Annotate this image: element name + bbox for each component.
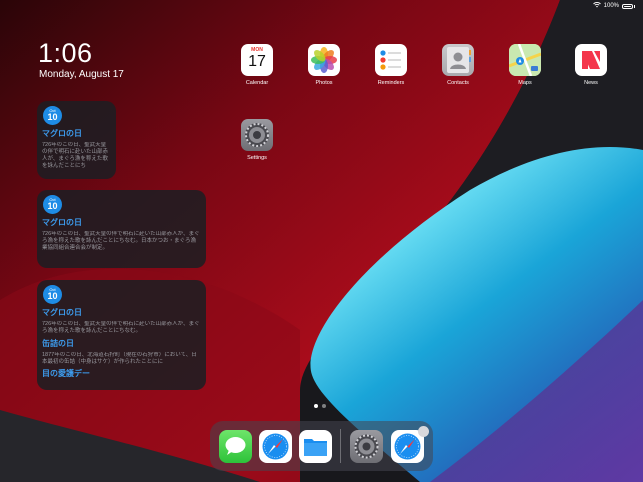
app-label: News [584,80,598,86]
widget-text-2: 1877年のこの日、北海道石狩町（現在の石狩市）において、日本最初の缶詰（中身は… [42,352,197,365]
reminders-icon [375,44,407,76]
maps-icon [509,44,541,76]
widget-title-2: 缶詰の日 [42,339,74,348]
calendar-icon: MON 17 [241,44,273,76]
clock-date: Monday, August 17 [39,69,124,80]
dock-separator [340,429,341,463]
widget-text: 726年のこの日、聖武天皇の伴で明石に赴いた山部赤人が、まぐろ漁を称えた歌を詠ん… [42,321,200,334]
page-indicator[interactable] [314,404,326,408]
page-dot-active [314,404,318,408]
messages-icon[interactable] [219,430,252,463]
widget-text: 726年のこの日、聖武天皇の伴で明石に赴いた山部赤人が、まぐろ漁を称えた歌を詠ん… [42,231,200,251]
app-label: Settings [247,155,267,161]
widget-title-3: 目の愛護デー [42,369,90,378]
app-reminders[interactable]: Reminders [373,44,409,86]
safari-icon[interactable] [259,430,292,463]
widget-title: マグロの日 [42,129,82,138]
date-badge: Oct 10 [43,285,62,304]
widget-text: 726年のこの日、聖武天皇の伴で明石に赴いた山部赤人が、まぐろ漁を称えた歌を詠ん… [42,142,109,169]
contacts-icon [442,44,474,76]
app-label: Calendar [245,80,269,86]
app-news[interactable]: News [573,44,609,86]
page-dot [322,404,326,408]
app-maps[interactable]: Maps [507,44,543,86]
clock-time: 1:06 [38,38,93,68]
calendar-widget-large[interactable]: Oct 10 マグロの日 726年のこの日、聖武天皇の伴で明石に赴いた山部赤人が… [37,280,206,390]
app-calendar[interactable]: MON 17 Calendar [239,44,275,86]
dock-badge[interactable] [418,426,429,437]
app-label: Reminders [377,80,405,86]
widget-title: マグロの日 [42,308,82,317]
battery-percent: 100% [603,3,619,9]
date-badge: Oct 10 [43,106,62,125]
calendar-widget-medium[interactable]: Oct 10 マグロの日 726年のこの日、聖武天皇の伴で明石に赴いた山部赤人が… [37,190,206,268]
news-icon [575,44,607,76]
dock [210,421,433,471]
app-label: Photos [315,80,333,86]
files-icon[interactable] [299,430,332,463]
battery-icon [622,3,633,9]
app-label: Maps [518,80,532,86]
settings-gear-icon[interactable] [350,430,383,463]
calendar-widget-small[interactable]: Oct 10 マグロの日 726年のこの日、聖武天皇の伴で明石に赴いた山部赤人が… [37,101,116,179]
status-bar: 100% [592,2,635,10]
photos-icon [308,44,340,76]
wifi-icon [592,2,601,10]
settings-gear-icon [241,119,273,151]
app-contacts[interactable]: Contacts [440,44,476,86]
app-settings[interactable]: Settings [239,119,275,161]
widget-title: マグロの日 [42,218,82,227]
date-badge: Oct 10 [43,195,62,214]
app-label: Contacts [447,80,469,86]
app-photos[interactable]: Photos [306,44,342,86]
